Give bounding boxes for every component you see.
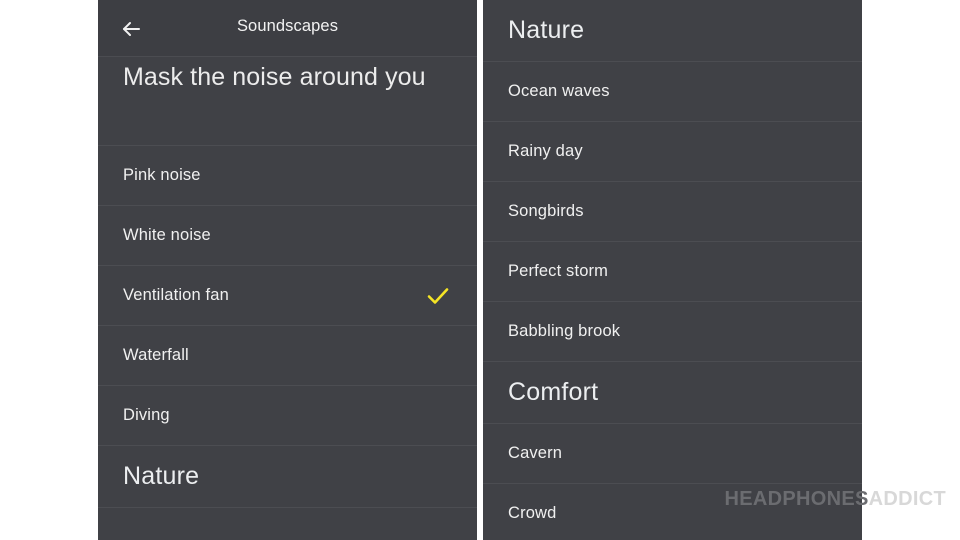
section-header-row: Nature [483,0,862,62]
section-header-label: Nature [508,16,585,44]
watermark-part-two: ADDICT [868,488,946,510]
sound-list-item[interactable]: Ventilation fan [98,266,477,326]
sound-item-label: Perfect storm [508,262,609,281]
sound-item-label: Crowd [508,504,557,523]
sound-item-label: Diving [123,406,170,425]
intro-heading-text: Mask the noise around you [123,63,426,91]
sound-item-label: Ocean waves [508,82,610,101]
checkmark-icon [425,283,451,309]
sound-item-label: Babbling brook [508,322,621,341]
sound-list-item[interactable]: Pink noise [98,146,477,206]
section-header-row: Comfort [483,362,862,424]
sound-item-label: White noise [123,226,211,245]
section-header-row: Nature [98,446,477,508]
left-sound-list: Pink noise White noise Ventilation fan Wate… [98,146,477,540]
sound-list-item[interactable]: Waterfall [98,326,477,386]
intro-heading-row: Mask the noise around you [98,57,477,146]
sound-list-item[interactable]: White noise [98,206,477,266]
blank-row [98,508,477,540]
sound-list-item[interactable]: Ocean waves [483,62,862,122]
sound-list-item[interactable]: Diving [98,386,477,446]
sound-list-item[interactable]: Rainy day [483,122,862,182]
right-sound-list: Nature Ocean waves Rainy day Songbirds Perfe… [483,0,862,540]
sound-list-item[interactable]: Cavern [483,424,862,484]
sound-item-label: Ventilation fan [123,286,229,305]
sound-list-item[interactable]: Songbirds [483,182,862,242]
soundscapes-right-panel: Nature Ocean waves Rainy day Songbirds Perfe… [483,0,862,540]
app-bar: Soundscapes [98,0,477,57]
sound-list-item[interactable]: Perfect storm [483,242,862,302]
section-header-label: Comfort [508,378,599,406]
soundscapes-left-panel: Soundscapes Mask the noise around you Pi… [98,0,477,540]
sound-item-label: Songbirds [508,202,584,221]
sound-list-item[interactable]: Babbling brook [483,302,862,362]
screenshot-root: Soundscapes Mask the noise around you Pi… [0,0,960,540]
sound-item-label: Cavern [508,444,563,463]
app-bar-title: Soundscapes [236,17,339,35]
sound-item-label: Rainy day [508,142,583,161]
section-header-label: Nature [123,462,200,490]
sound-item-label: Pink noise [123,166,201,185]
sound-item-label: Waterfall [123,346,189,365]
sound-list-item[interactable]: Crowd [483,484,862,540]
